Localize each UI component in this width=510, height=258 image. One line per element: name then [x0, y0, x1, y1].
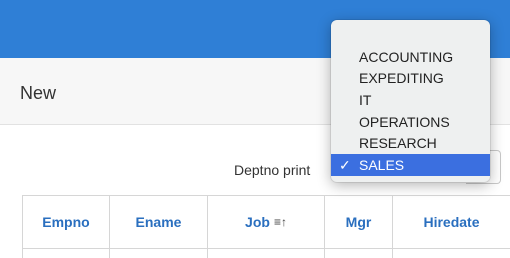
deptno-filter-label: Deptno print	[234, 162, 311, 178]
column-header-empno[interactable]: Empno	[23, 196, 110, 249]
column-header-mgr[interactable]: Mgr	[325, 196, 393, 249]
column-header-ename[interactable]: Ename	[110, 196, 208, 249]
dropdown-option-expediting[interactable]: EXPEDITING	[331, 67, 490, 89]
page-title: New	[20, 83, 57, 103]
deptno-dropdown-menu: ACCOUNTING EXPEDITING IT OPERATIONS RESE…	[331, 20, 490, 182]
column-header-hiredate[interactable]: Hiredate	[393, 196, 510, 249]
dropdown-option-it[interactable]: IT	[331, 89, 490, 111]
column-header-job[interactable]: Job ≡↑	[208, 196, 325, 249]
dropdown-option-accounting[interactable]: ACCOUNTING	[331, 46, 490, 68]
check-icon: ✓	[339, 157, 351, 173]
dropdown-option-research[interactable]: RESEARCH	[331, 132, 490, 154]
dropdown-option-sales[interactable]: ✓ SALES	[331, 154, 490, 176]
employee-table: Empno Ename Job ≡↑ Mgr Hiredate	[22, 195, 510, 258]
sort-ascending-icon[interactable]: ≡↑	[274, 215, 287, 229]
dropdown-option-operations[interactable]: OPERATIONS	[331, 111, 490, 133]
